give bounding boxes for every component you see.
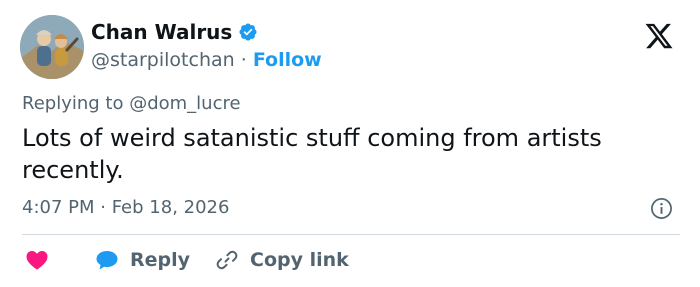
- tweet-card: Chan Walrus @starpilotchan · Follow Repl…: [0, 0, 700, 287]
- divider: [22, 234, 680, 235]
- speech-bubble-icon: [96, 251, 118, 270]
- tweet-text: Lots of weird satanistic stuff coming fr…: [22, 124, 602, 184]
- author-name-row[interactable]: Chan Walrus: [91, 20, 258, 44]
- reply-label: Reply: [130, 249, 191, 271]
- author-handle[interactable]: @starpilotchan: [91, 49, 235, 71]
- replying-to[interactable]: Replying to @dom_lucre: [22, 92, 241, 116]
- handle-separator: ·: [240, 49, 247, 71]
- handle-row: @starpilotchan · Follow: [91, 48, 322, 72]
- like-button[interactable]: [24, 246, 50, 274]
- author-name[interactable]: Chan Walrus: [91, 20, 232, 44]
- reply-button[interactable]: Reply: [94, 246, 190, 274]
- info-icon[interactable]: [650, 197, 673, 220]
- timestamp[interactable]: 4:07 PM · Feb 18, 2026: [22, 196, 229, 220]
- copy-link-label: Copy link: [250, 249, 349, 271]
- avatar-illustration: [20, 15, 84, 79]
- x-logo-icon[interactable]: [644, 21, 674, 51]
- copy-link-button[interactable]: Copy link: [214, 246, 349, 274]
- follow-button[interactable]: Follow: [253, 49, 322, 71]
- heart-icon: [26, 251, 48, 270]
- avatar[interactable]: [20, 15, 84, 79]
- link-icon: [216, 250, 238, 270]
- verified-badge-icon: [238, 22, 258, 42]
